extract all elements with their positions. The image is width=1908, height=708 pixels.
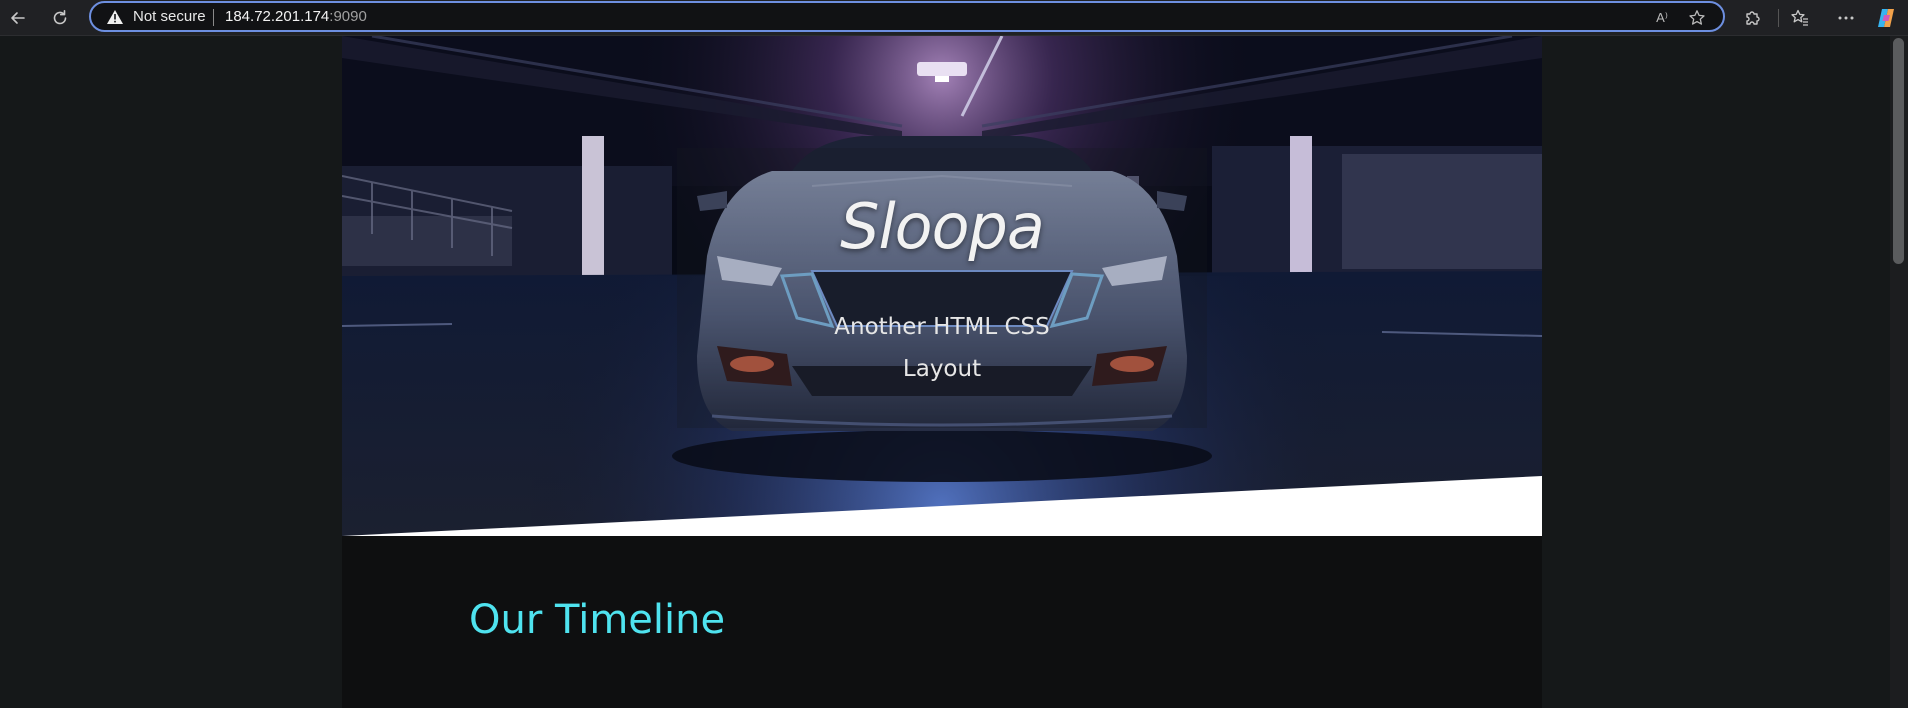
hero-banner: Sloopa Another HTML CSS Layout: [342, 36, 1542, 536]
scrollbar-thumb[interactable]: [1893, 38, 1904, 264]
timeline-heading: Our Timeline: [469, 597, 726, 643]
back-button[interactable]: [4, 4, 32, 32]
copilot-button[interactable]: [1874, 6, 1898, 30]
warning-icon: [107, 10, 123, 24]
browser-toolbar: Not secure 184.72.201.174:9090 A⁾: [0, 0, 1908, 36]
url-text[interactable]: 184.72.201.174:9090: [225, 8, 367, 25]
security-status[interactable]: Not secure: [133, 8, 206, 25]
page-content: Sloopa Another HTML CSS Layout Our Timel…: [342, 36, 1542, 708]
star-icon[interactable]: [1688, 9, 1706, 27]
settings-more-button[interactable]: [1834, 6, 1858, 30]
address-separator: [213, 9, 214, 26]
hero-subtitle: Another HTML CSS Layout: [677, 306, 1207, 390]
copilot-icon: [1878, 9, 1894, 27]
hero-subtitle-line: Another HTML CSS: [834, 314, 1050, 340]
puzzle-icon: [1746, 11, 1760, 25]
hero-subtitle-line: Layout: [902, 356, 982, 382]
address-bar[interactable]: Not secure 184.72.201.174:9090 A⁾: [89, 1, 1725, 32]
extensions-button[interactable]: [1740, 6, 1764, 30]
favorites-list-icon: [1791, 9, 1808, 26]
ellipsis-icon: [1838, 16, 1854, 20]
reload-icon: [53, 10, 67, 25]
favorites-button[interactable]: [1788, 6, 1812, 30]
read-aloud-icon[interactable]: A⁾: [1653, 9, 1671, 27]
reload-button[interactable]: [46, 4, 74, 32]
arrow-left-icon: [11, 12, 25, 24]
url-host: 184.72.201.174: [225, 8, 330, 25]
url-port: :9090: [329, 8, 367, 25]
toolbar-separator: [1778, 9, 1779, 27]
hero-title: Sloopa: [840, 190, 1045, 263]
